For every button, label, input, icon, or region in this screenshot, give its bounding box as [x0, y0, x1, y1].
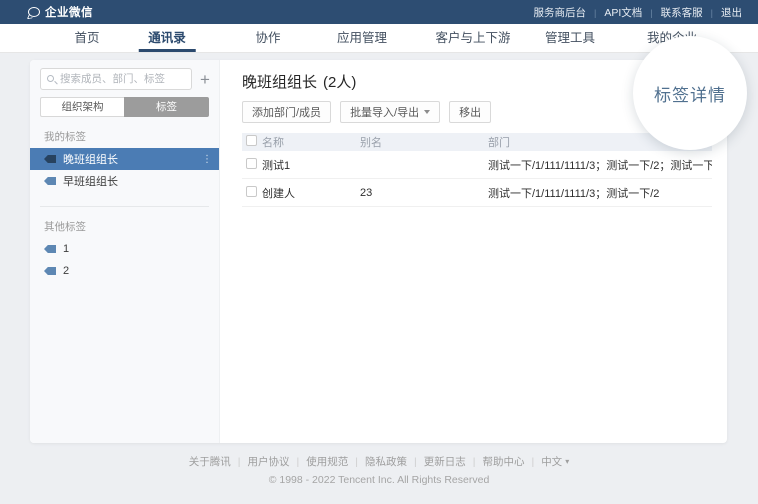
- search-icon: [47, 75, 54, 82]
- column-alias: 别名: [360, 134, 488, 150]
- row-checkbox-cell: [242, 186, 262, 200]
- tab-tags[interactable]: 标签: [124, 97, 209, 117]
- my-tags-section-title: 我的标签: [44, 129, 219, 144]
- footer-link[interactable]: 帮助中心: [482, 456, 541, 468]
- add-tag-button[interactable]: +: [200, 71, 210, 88]
- footer-link[interactable]: 用户协议: [248, 456, 307, 468]
- topbar-link[interactable]: API文档: [604, 5, 660, 20]
- table-body: 测试1 测试一下/1/111/1111/3；测试一下/2；测试一下/1；测...…: [242, 151, 712, 207]
- page: 企业微信 服务商后台API文档联系客服退出 首页 通讯录 协作 应用管理 客户与上下游 管…: [0, 0, 758, 504]
- row-checkbox[interactable]: [246, 186, 257, 197]
- row-checkbox-cell: [242, 158, 262, 172]
- other-tags-section-title: 其他标签: [44, 219, 219, 234]
- sidebar-tag-item[interactable]: 2: [30, 260, 219, 282]
- footer-link[interactable]: 隐私政策: [365, 456, 424, 468]
- sidebar-tag-item[interactable]: 晚班组组长: [30, 148, 219, 170]
- tag-detail-spotlight: 标签详情: [633, 36, 747, 150]
- topbar-link[interactable]: 联系客服: [661, 5, 721, 20]
- my-tags-list: 晚班组组长 早班组组长: [30, 148, 219, 192]
- member-name: 测试1: [262, 157, 360, 173]
- caret-down-icon: [424, 110, 430, 114]
- column-name: 名称: [262, 134, 360, 150]
- tag-icon: [44, 267, 56, 275]
- footer-link[interactable]: 更新日志: [424, 456, 483, 468]
- row-checkbox[interactable]: [246, 158, 257, 169]
- footer-link[interactable]: 中文: [541, 456, 562, 468]
- members-table: 名称 别名 部门 测试1 测试一下/1/111/1111/3；测试一下/2；测试…: [242, 133, 712, 207]
- nav-tab[interactable]: 协作: [255, 24, 280, 52]
- sidebar-divider: [40, 206, 209, 207]
- page-footer: 关于腾讯用户协议使用规范隐私政策更新日志帮助中心中文▾ © 1998 - 202…: [0, 454, 758, 486]
- main-nav: 首页通讯录协作应用管理客户与上下游管理工具我的企业: [0, 24, 758, 53]
- nav-tab[interactable]: 客户与上下游: [435, 24, 510, 52]
- footer-link[interactable]: 关于腾讯: [189, 456, 248, 468]
- select-all-checkbox[interactable]: [246, 135, 257, 146]
- tag-icon: [44, 155, 56, 163]
- other-tags-list: 1 2: [30, 238, 219, 282]
- nav-tab[interactable]: 管理工具: [545, 24, 595, 52]
- app-logo[interactable]: 企业微信: [28, 4, 93, 20]
- sidebar-tag-item[interactable]: 1: [30, 238, 219, 260]
- add-dept-member-button[interactable]: 添加部门/成员: [242, 101, 331, 123]
- tag-label: 1: [63, 243, 69, 255]
- member-count: (2人): [323, 74, 356, 91]
- remove-button[interactable]: 移出: [449, 101, 491, 123]
- topbar-links: 服务商后台API文档联系客服退出: [534, 5, 742, 20]
- member-alias: 23: [360, 187, 488, 199]
- table-row: 创建人 23 测试一下/1/111/1111/3；测试一下/2: [242, 179, 712, 207]
- member-department: 测试一下/1/111/1111/3；测试一下/2；测试一下/1；测...: [488, 157, 712, 173]
- language-caret-icon[interactable]: ▾: [565, 457, 569, 466]
- nav-tab[interactable]: 应用管理: [337, 24, 387, 52]
- tag-icon: [44, 245, 56, 253]
- sidebar-tag-item[interactable]: 早班组组长: [30, 170, 219, 192]
- more-options-icon[interactable]: [202, 154, 212, 165]
- tag-icon: [44, 177, 56, 185]
- header-checkbox-cell: [242, 135, 262, 149]
- topbar-link[interactable]: 服务商后台: [534, 5, 605, 20]
- tag-name-title: 晚班组组长: [242, 74, 317, 91]
- spotlight-label: 标签详情: [654, 81, 726, 106]
- tag-label: 2: [63, 265, 69, 277]
- top-bar: 企业微信 服务商后台API文档联系客服退出: [0, 0, 758, 24]
- tag-label: 晚班组组长: [63, 151, 118, 167]
- batch-import-export-button[interactable]: 批量导入/导出: [340, 101, 440, 123]
- sidebar: + 组织架构 标签 我的标签 晚班组组长 早班组组长: [30, 60, 220, 443]
- nav-tab[interactable]: 首页: [74, 24, 99, 52]
- member-department: 测试一下/1/111/1111/3；测试一下/2: [488, 185, 712, 201]
- tab-org-structure[interactable]: 组织架构: [40, 97, 124, 117]
- search-row: +: [40, 68, 213, 90]
- member-name: 创建人: [262, 185, 360, 201]
- table-row: 测试1 测试一下/1/111/1111/3；测试一下/2；测试一下/1；测...: [242, 151, 712, 179]
- app-logo-label: 企业微信: [45, 4, 93, 20]
- table-header: 名称 别名 部门: [242, 133, 712, 151]
- content-card: + 组织架构 标签 我的标签 晚班组组长 早班组组长: [30, 60, 727, 443]
- footer-links: 关于腾讯用户协议使用规范隐私政策更新日志帮助中心中文▾: [0, 454, 758, 469]
- batch-import-export-label: 批量导入/导出: [350, 104, 419, 120]
- footer-link[interactable]: 使用规范: [306, 456, 365, 468]
- chat-bubble-icon: [28, 7, 40, 17]
- nav-tab[interactable]: 通讯录: [148, 24, 186, 52]
- sidebar-view-tabs: 组织架构 标签: [40, 97, 209, 117]
- tag-label: 早班组组长: [63, 173, 118, 189]
- topbar-link[interactable]: 退出: [721, 5, 742, 20]
- search-input[interactable]: [41, 69, 191, 89]
- search-box: [40, 68, 192, 90]
- copyright-text: © 1998 - 2022 Tencent Inc. All Rights Re…: [0, 474, 758, 486]
- footer-links-list: 关于腾讯用户协议使用规范隐私政策更新日志帮助中心中文: [189, 456, 562, 468]
